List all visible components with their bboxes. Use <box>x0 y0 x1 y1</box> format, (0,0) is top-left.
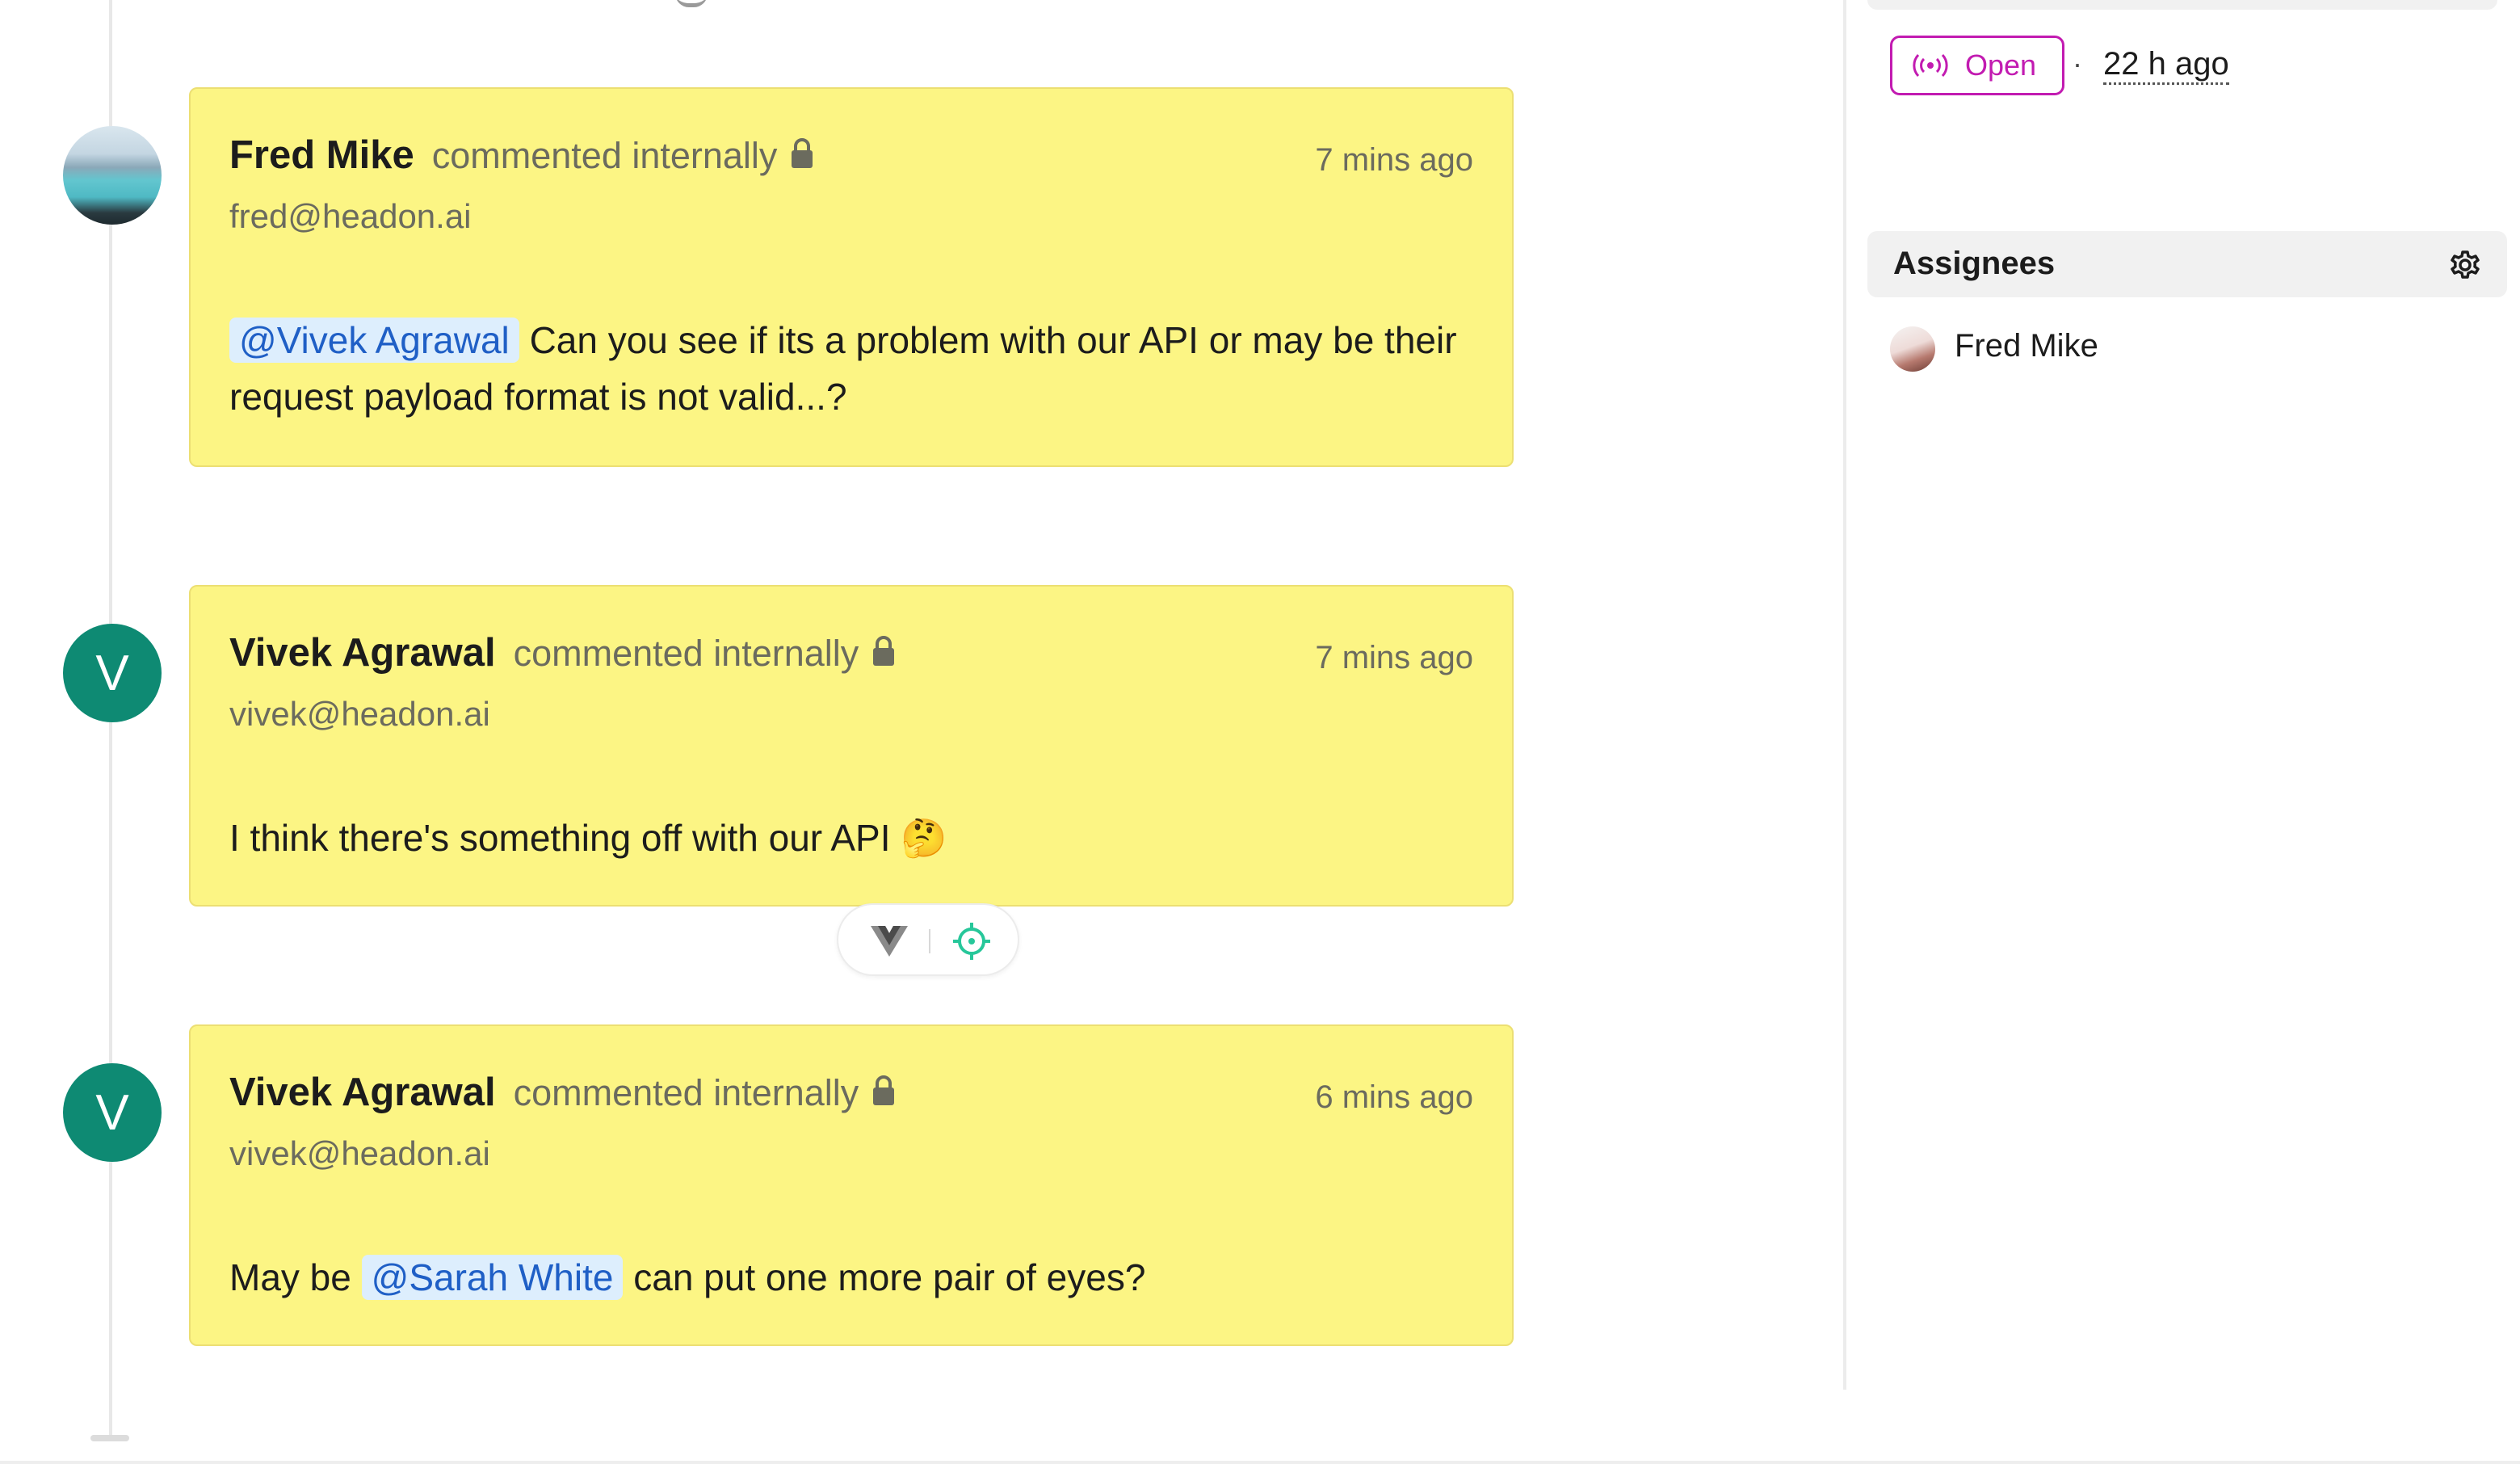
lock-icon <box>792 138 813 168</box>
sidebar-divider <box>1843 0 1846 1390</box>
lock-icon <box>873 1075 895 1105</box>
target-icon[interactable] <box>953 923 990 960</box>
mention[interactable]: @Sarah White <box>361 1255 624 1300</box>
status-badge[interactable]: Open <box>1890 36 2064 95</box>
comment-actions-pill <box>837 903 1019 976</box>
avatar[interactable]: V <box>63 624 162 722</box>
divider <box>929 929 930 953</box>
comment-text: May be <box>229 1256 351 1298</box>
comment-action: commented internally <box>431 135 778 176</box>
comment-author[interactable]: Vivek Agrawal <box>229 1070 496 1115</box>
since-time[interactable]: 22 h ago <box>2103 45 2229 85</box>
assignee-item[interactable]: Fred Mike <box>1890 323 2375 377</box>
status-label: Open <box>1965 48 2037 82</box>
comment-email: fred@headon.ai <box>229 197 472 235</box>
bottom-divider <box>0 1461 2520 1464</box>
mention[interactable]: @Vivek Agrawal <box>229 318 519 363</box>
avatar[interactable]: V <box>63 1063 162 1162</box>
comment-card: Fred Mike commented internally 7 mins ago… <box>189 87 1514 467</box>
timeline-end <box>90 1435 129 1441</box>
comment-header: Fred Mike commented internally 7 mins ago <box>229 133 1473 189</box>
comment-card: Vivek Agrawal commented internally 7 mins… <box>189 585 1514 907</box>
comment-email: vivek@headon.ai <box>229 1134 490 1172</box>
avatar-initial: V <box>95 645 129 701</box>
comment-time[interactable]: 7 mins ago <box>1315 640 1473 676</box>
comment-action: commented internally <box>513 1072 859 1113</box>
comment-email: vivek@headon.ai <box>229 695 490 733</box>
timeline-marker-partial <box>675 0 708 7</box>
sidebar-top-panel <box>1867 0 2497 10</box>
comment-time[interactable]: 7 mins ago <box>1315 142 1473 179</box>
comment-card: Vivek Agrawal commented internally 6 mins… <box>189 1024 1514 1346</box>
assignees-header: Assignees <box>1867 231 2507 297</box>
comment-body: May be @Sarah White can put one more pai… <box>229 1249 1464 1306</box>
separator: · <box>2073 47 2082 80</box>
ticket-page: Fred Mike commented internally 7 mins ago… <box>0 0 2520 1464</box>
avatar-initial: V <box>95 1084 129 1141</box>
avatar <box>1890 326 1935 372</box>
avatar[interactable] <box>63 126 162 225</box>
assignees-title: Assignees <box>1893 246 2056 281</box>
comment-author[interactable]: Fred Mike <box>229 133 414 178</box>
lock-icon <box>873 636 895 666</box>
comment-body: I think there's something off with our A… <box>229 817 947 859</box>
broadcast-icon <box>1913 53 1948 78</box>
vue-icon[interactable] <box>871 924 908 958</box>
comment-header: Vivek Agrawal commented internally 6 mins… <box>229 1070 1473 1126</box>
comment-text: can put one more pair of eyes? <box>633 1256 1146 1298</box>
comment-action: commented internally <box>513 633 859 674</box>
comment-body: @Vivek Agrawal Can you see if its a prob… <box>229 312 1464 425</box>
assignee-name: Fred Mike <box>1955 328 2098 364</box>
gear-icon[interactable] <box>2447 247 2483 283</box>
comment-time[interactable]: 6 mins ago <box>1315 1079 1473 1116</box>
comment-header: Vivek Agrawal commented internally 7 mins… <box>229 630 1473 687</box>
comment-author[interactable]: Vivek Agrawal <box>229 630 496 675</box>
